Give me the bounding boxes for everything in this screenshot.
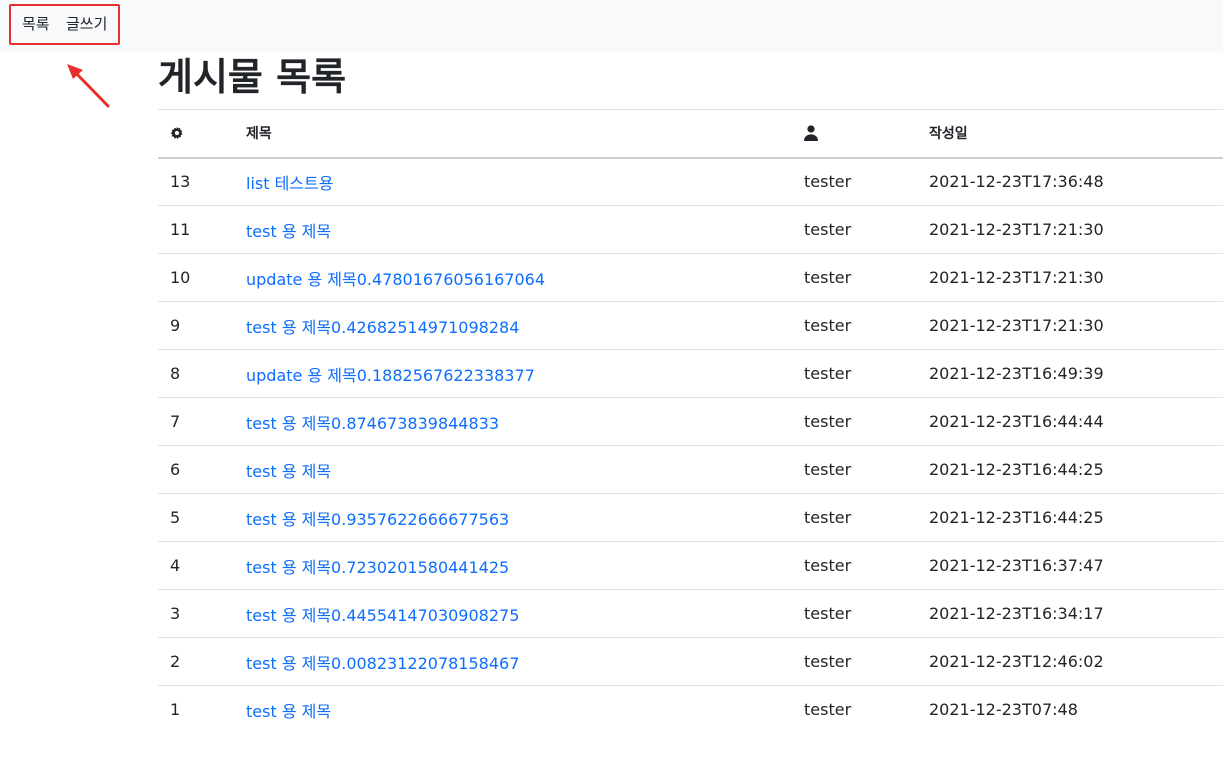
table-row: 10 update 용 제목0.47801676056167064 tester 20… xyxy=(158,254,1223,302)
post-title-link[interactable]: test 용 제목0.874673839844833 xyxy=(246,414,499,433)
row-no: 3 xyxy=(170,604,181,623)
post-title-link[interactable]: test 용 제목 xyxy=(246,462,331,481)
row-no: 1 xyxy=(170,700,181,720)
row-title-cell: test 용 제목0.874673839844833 xyxy=(234,398,792,446)
nav-highlight-box xyxy=(9,4,120,45)
row-date: 2021-12-23T17:21:30 xyxy=(929,268,1104,287)
row-title-cell: test 용 제목0.00823122078158467 xyxy=(234,638,792,686)
row-date: 2021-12-23T07:48 xyxy=(929,700,1078,720)
row-date: 2021-12-23T17:21:30 xyxy=(929,220,1104,239)
row-date: 2021-12-23T16:44:44 xyxy=(929,412,1104,431)
row-no: 13 xyxy=(170,172,191,192)
post-title-link[interactable]: test 용 제목 xyxy=(246,222,331,241)
annotation-arrow-icon xyxy=(67,64,110,108)
header-no xyxy=(158,110,234,158)
post-title-link[interactable]: test 용 제목0.42682514971098284 xyxy=(246,318,519,337)
row-date: 2021-12-23T16:37:47 xyxy=(929,556,1104,575)
row-title-cell: test 용 제목 xyxy=(234,686,792,734)
table-header-row: 제목 작성일 xyxy=(158,109,1223,158)
row-title-cell: update 용 제목0.47801676056167064 xyxy=(234,254,792,302)
row-writer: tester xyxy=(804,700,852,720)
table-row: 4 test 용 제목0.7230201580441425 tester 2021-1… xyxy=(158,542,1223,590)
row-title-cell: test 용 제목0.42682514971098284 xyxy=(234,302,792,350)
row-writer: tester xyxy=(804,460,852,479)
post-title-link[interactable]: update 용 제목0.1882567622338377 xyxy=(246,366,535,385)
row-title-cell: test 용 제목0.7230201580441425 xyxy=(234,542,792,590)
header-title: 제목 xyxy=(246,126,272,143)
table-row: 2 test 용 제목0.00823122078158467 tester 2021-… xyxy=(158,638,1223,686)
row-title-cell: list 테스트용 xyxy=(234,158,792,206)
table-row: 11 test 용 제목 tester 2021-12-23T17:21:30 xyxy=(158,206,1223,254)
row-writer: tester xyxy=(804,652,852,671)
row-title-cell: update 용 제목0.1882567622338377 xyxy=(234,350,792,398)
row-date: 2021-12-23T16:44:25 xyxy=(929,460,1104,479)
post-title-link[interactable]: test 용 제목0.7230201580441425 xyxy=(246,558,509,577)
row-title-cell: test 용 제목 xyxy=(234,206,792,254)
row-writer: tester xyxy=(804,604,852,623)
row-no: 2 xyxy=(170,652,181,671)
row-writer: tester xyxy=(804,508,852,527)
row-no: 11 xyxy=(170,220,191,239)
row-no: 7 xyxy=(170,412,181,431)
row-no: 10 xyxy=(170,268,191,287)
table-row: 8 update 용 제목0.1882567622338377 tester 2021… xyxy=(158,350,1223,398)
post-title-link[interactable]: test 용 제목 xyxy=(246,702,331,721)
header-date: 작성일 xyxy=(929,126,968,143)
row-writer: tester xyxy=(804,172,852,192)
row-date: 2021-12-23T16:34:17 xyxy=(929,604,1104,623)
top-navbar: 목록 글쓰기 xyxy=(0,0,1223,52)
row-writer: tester xyxy=(804,316,852,335)
table-row: 7 test 용 제목0.874673839844833 tester 2021-12… xyxy=(158,398,1223,446)
row-title-cell: test 용 제목0.9357622666677563 xyxy=(234,494,792,542)
table-row: 5 test 용 제목0.9357622666677563 tester 2021-1… xyxy=(158,494,1223,542)
row-no: 4 xyxy=(170,556,181,575)
post-title-link[interactable]: update 용 제목0.47801676056167064 xyxy=(246,270,545,289)
post-title-link[interactable]: list 테스트용 xyxy=(246,174,333,193)
row-writer: tester xyxy=(804,220,852,239)
page-title: 게시물 목록 xyxy=(158,55,347,99)
row-no: 6 xyxy=(170,460,181,479)
post-title-link[interactable]: test 용 제목0.00823122078158467 xyxy=(246,654,519,673)
row-no: 5 xyxy=(170,508,181,527)
post-title-link[interactable]: test 용 제목0.9357622666677563 xyxy=(246,510,509,529)
row-writer: tester xyxy=(804,364,852,383)
table-row: 6 test 용 제목 tester 2021-12-23T16:44:25 xyxy=(158,446,1223,494)
header-writer xyxy=(792,110,917,158)
row-title-cell: test 용 제목 xyxy=(234,446,792,494)
row-title-cell: test 용 제목0.44554147030908275 xyxy=(234,590,792,638)
row-date: 2021-12-23T16:44:25 xyxy=(929,508,1104,527)
row-writer: tester xyxy=(804,268,852,287)
row-date: 2021-12-23T17:21:30 xyxy=(929,316,1104,335)
person-icon xyxy=(804,125,818,142)
row-writer: tester xyxy=(804,412,852,431)
row-no: 9 xyxy=(170,316,181,335)
row-date: 2021-12-23T12:46:02 xyxy=(929,652,1104,671)
table-row: 9 test 용 제목0.42682514971098284 tester 2021-… xyxy=(158,302,1223,350)
row-date: 2021-12-23T16:49:39 xyxy=(929,364,1104,383)
post-title-link[interactable]: test 용 제목0.44554147030908275 xyxy=(246,606,519,625)
table-row: 3 test 용 제목0.44554147030908275 tester 2021-… xyxy=(158,590,1223,638)
gear-icon xyxy=(170,126,183,140)
row-no: 8 xyxy=(170,364,181,383)
row-writer: tester xyxy=(804,556,852,575)
table-row: 13 list 테스트용 tester 2021-12-23T17:36:48 xyxy=(158,158,1223,206)
post-table: 제목 작성일 13 list 테스트용 tester 2021-12-23T17:36… xyxy=(158,109,1223,734)
row-date: 2021-12-23T17:36:48 xyxy=(929,172,1104,192)
table-row: 1 test 용 제목 tester 2021-12-23T07:48 xyxy=(158,686,1223,734)
